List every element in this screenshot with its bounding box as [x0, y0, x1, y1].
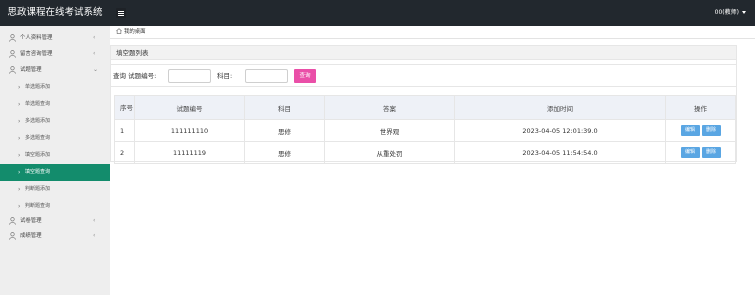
table-header-row: 序号 试题编号 科目 答案 添加时间 操作 [114, 95, 736, 120]
chevron-right-icon: › [18, 152, 21, 159]
column-header-code: 试题编号 [134, 95, 245, 120]
user-menu[interactable]: 00(教师) [715, 0, 739, 26]
sidebar-subitem-single-add[interactable]: › 单选题添加 [0, 79, 110, 96]
app-title: 思政课程在线考试系统 [7, 7, 103, 18]
home-icon [116, 28, 122, 34]
search-bar: 查询 试题编号: 科目: 查询 [111, 64, 736, 87]
sidebar-subitem-label: 单选题添加 [25, 84, 51, 90]
chevron-right-icon: › [18, 84, 21, 91]
edit-button[interactable]: 编辑 [680, 147, 700, 158]
sidebar-subitem-blank-add[interactable]: › 填空题添加 [0, 147, 110, 164]
chevron-right-icon: › [18, 135, 21, 142]
panel-title: 填空题列表 [116, 49, 149, 57]
sidebar-item-profile[interactable]: 个人资料管理 ‹ [0, 30, 110, 46]
sidebar-subitem-label: 填空题添加 [25, 152, 51, 158]
cell-code: 111111110 [134, 119, 245, 142]
tab-bar: 我的桌面 [110, 26, 755, 39]
sidebar-item-label: 留言咨询管理 [20, 51, 53, 57]
chevron-right-icon: › [18, 186, 21, 193]
cell-code: 11111119 [134, 141, 245, 164]
questions-table: 序号 试题编号 科目 答案 添加时间 操作 1 111111110 思修 世界观… [114, 95, 736, 164]
column-header-seq: 序号 [114, 95, 135, 120]
cell-seq: 2 [114, 141, 135, 164]
chevron-left-icon: ‹ [93, 217, 96, 224]
column-header-answer: 答案 [324, 95, 455, 120]
cell-answer: 从重处罚 [324, 141, 455, 164]
sidebar-subitem-label: 单选题查询 [25, 101, 51, 107]
cell-actions: 编辑 删除 [665, 141, 736, 164]
sidebar-subitem-multi-query[interactable]: › 多选题查询 [0, 130, 110, 147]
column-header-time: 添加时间 [454, 95, 666, 120]
sidebar-subitem-label: 判断题添加 [25, 186, 51, 192]
column-header-subject: 科目 [244, 95, 325, 120]
column-header-ops: 操作 [665, 95, 736, 120]
sidebar-item-messages[interactable]: 留言咨询管理 ‹ [0, 46, 110, 62]
chevron-down-icon: ⌄ [93, 66, 99, 73]
sidebar-subitem-judge-add[interactable]: › 判断题添加 [0, 181, 110, 198]
sidebar: 个人资料管理 ‹ 留言咨询管理 ‹ 试题管理 ⌄ › 单选题添加 › 单选题查询… [0, 26, 110, 295]
chevron-left-icon: ‹ [93, 34, 96, 41]
sidebar-subitem-label: 填空题查询 [25, 169, 51, 175]
user-icon [9, 50, 16, 58]
chevron-right-icon: › [18, 101, 21, 108]
question-code-input[interactable] [168, 69, 211, 83]
menu-toggle-icon[interactable] [116, 8, 126, 18]
table-row: 1 111111110 思修 世界观 2023-04-05 12:01:39.0… [114, 119, 736, 142]
sidebar-item-label: 试题管理 [20, 67, 42, 73]
cell-subject: 思修 [244, 141, 325, 164]
user-icon [9, 217, 16, 225]
chevron-left-icon: ‹ [93, 232, 96, 239]
sidebar-subitem-label: 多选题添加 [25, 118, 51, 124]
sidebar-item-label: 成绩管理 [20, 233, 42, 239]
cell-answer: 世界观 [324, 119, 455, 142]
sidebar-item-questions[interactable]: 试题管理 ⌄ [0, 62, 110, 78]
tab-desktop[interactable]: 我的桌面 [116, 26, 146, 38]
delete-button[interactable]: 删除 [701, 147, 721, 158]
panel-header: 填空题列表 [111, 46, 736, 60]
chevron-right-icon: › [18, 118, 21, 125]
chevron-left-icon: ‹ [93, 50, 96, 57]
sidebar-item-papers[interactable]: 试卷管理 ‹ [0, 213, 110, 229]
subject-label: 科目: [217, 72, 233, 80]
sidebar-subitem-label: 多选题查询 [25, 135, 51, 141]
chevron-right-icon: › [18, 169, 21, 176]
sidebar-item-scores[interactable]: 成绩管理 ‹ [0, 228, 110, 244]
cell-subject: 思修 [244, 119, 325, 142]
sidebar-subitem-single-query[interactable]: › 单选题查询 [0, 96, 110, 113]
tab-label: 我的桌面 [124, 29, 146, 35]
user-icon [9, 232, 16, 240]
table-row: 2 11111119 思修 从重处罚 2023-04-05 11:54:54.0… [114, 141, 736, 164]
sidebar-item-label: 个人资料管理 [20, 35, 53, 41]
cell-seq: 1 [114, 119, 135, 142]
subject-input[interactable] [245, 69, 288, 83]
user-icon [9, 66, 16, 74]
list-panel: 填空题列表 查询 试题编号: 科目: 查询 序号 试题编号 科目 答案 添加时间… [110, 45, 737, 164]
delete-button[interactable]: 删除 [701, 125, 721, 136]
query-code-label: 查询 试题编号: [113, 72, 157, 80]
top-bar: 思政课程在线考试系统 00(教师) [0, 0, 755, 26]
sidebar-subitem-blank-query[interactable]: › 填空题查询 [0, 164, 110, 181]
chevron-down-icon[interactable] [742, 11, 746, 14]
cell-time: 2023-04-05 12:01:39.0 [454, 119, 666, 142]
search-button[interactable]: 查询 [294, 69, 316, 83]
sidebar-item-label: 试卷管理 [20, 218, 42, 224]
edit-button[interactable]: 编辑 [680, 125, 700, 136]
user-icon [9, 34, 16, 42]
cell-time: 2023-04-05 11:54:54.0 [454, 141, 666, 164]
cell-actions: 编辑 删除 [665, 119, 736, 142]
sidebar-subitem-multi-add[interactable]: › 多选题添加 [0, 113, 110, 130]
